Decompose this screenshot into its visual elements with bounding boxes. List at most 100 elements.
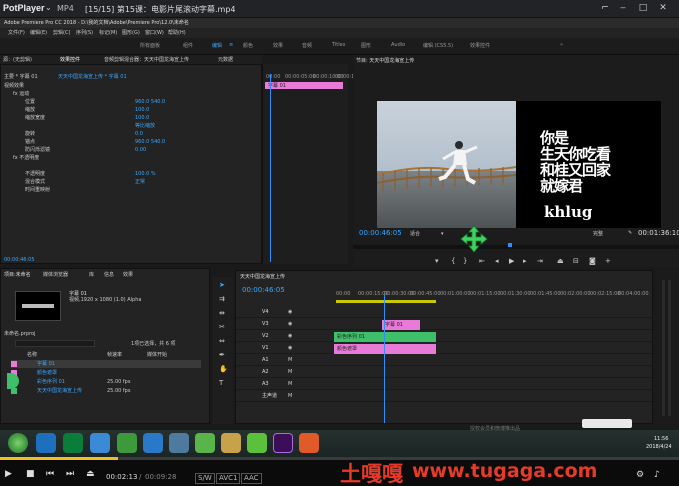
extract-icon[interactable]: ⊟ [573,257,579,265]
player-titlebar[interactable]: PotPlayer ⌄ MP4 [15/15] 第15课：电影片尾滚动字幕.mp… [0,0,679,18]
app-c-icon[interactable] [247,433,267,453]
app-c2-icon[interactable] [299,433,319,453]
timeline-track[interactable]: V4 ◉ [236,307,652,318]
ripple-edit-icon[interactable]: ⇹ [219,309,225,317]
track-label[interactable]: V3 [262,321,269,327]
tab-library[interactable]: 库 [89,272,94,278]
track-label[interactable]: A3 [262,381,269,387]
minimize-icon[interactable]: ‒ [616,2,630,15]
project-item-row[interactable]: 彩色序列 01 25.00 fps [11,378,201,386]
timeline-clip[interactable]: 颜色遮罩 [334,344,436,354]
property-value[interactable]: 0.00 [135,147,146,153]
tab-project[interactable]: 项目:未命名 [4,272,31,278]
label-color-swatch[interactable] [11,361,17,367]
more-icon[interactable]: » [560,42,563,48]
app-game-icon[interactable] [117,433,137,453]
tab-source[interactable]: 源：(无剪辑) [3,57,32,63]
close-icon[interactable]: ✕ [656,2,670,15]
timeline-playhead[interactable] [384,295,385,423]
eject-icon[interactable]: ⏏ [86,469,95,479]
effect-mini-timeline[interactable]: 00:00 00:00:05:00 00:00:10:00 00:00:15 字… [262,64,357,264]
project-item-row[interactable]: 字幕 01 [11,360,201,368]
step-forward-icon[interactable]: ▸ [523,257,527,265]
col-fps[interactable]: 帧速率 [107,352,122,358]
type-tool-icon[interactable]: T [219,379,223,387]
menu-window[interactable]: 窗口(W) [145,30,164,36]
player-logo[interactable]: PotPlayer [3,3,45,13]
menu-clip[interactable]: 剪辑(C) [53,30,70,36]
mute-icon[interactable]: M [288,369,292,375]
property-value[interactable]: 100.0 [135,107,149,113]
timeline-track[interactable]: V3 ◉ [236,319,652,330]
pen-tool-icon[interactable]: ✒ [219,351,225,359]
ime-toolbar[interactable] [582,419,632,428]
project-item-row[interactable]: 颜色遮罩 [11,369,201,377]
ws-cs55[interactable]: 编辑 (CS5.5) [423,42,453,49]
previous-icon[interactable]: ⏮ [46,469,54,479]
work-area-bar[interactable] [336,300,436,303]
video-codec-badge[interactable]: AVC1 [216,473,241,484]
eye-icon[interactable]: ◉ [288,309,292,315]
marker-icon[interactable]: ▾ [435,257,439,265]
col-media-start[interactable]: 媒体开始 [147,352,167,358]
effect-property-row[interactable]: 旋转 0.0 [9,131,259,138]
effect-timecode[interactable]: 00:00:46:05 [4,257,35,263]
program-scrubber[interactable] [353,245,679,249]
eye-icon[interactable]: ◉ [288,345,292,351]
menu-help[interactable]: 帮助(H) [168,30,186,36]
slip-tool-icon[interactable]: ⇔ [219,337,225,345]
effect-property-row[interactable]: 防闪烁滤镜 0.00 [9,147,259,154]
chevron-down-icon[interactable]: ▾ [441,231,444,237]
selection-tool-icon[interactable]: ➤ [219,281,225,289]
playhead[interactable] [270,74,271,262]
lift-icon[interactable]: ⏏ [557,257,564,265]
go-out-icon[interactable]: ⇥ [537,257,543,265]
play-icon[interactable]: ▶ [5,469,12,479]
menu-edit[interactable]: 编辑(E) [30,30,47,36]
app-mail-icon[interactable] [143,433,163,453]
in-point-icon[interactable]: { [451,257,455,265]
menu-marker[interactable]: 标记(M) [99,30,117,36]
effect-property-row[interactable]: fx 不透明度 [9,155,259,162]
ws-audio-en[interactable]: Audio [391,42,405,48]
timeline-tab[interactable]: 天天中国龙海宣上传 [240,274,285,280]
tab-effect-controls[interactable]: 效果控件 [60,57,80,63]
effect-property-row[interactable]: 不透明度 100.0 % [9,171,259,178]
fit-dropdown[interactable]: 适合 [410,231,420,237]
track-label[interactable]: A2 [262,369,269,375]
pin-icon[interactable]: ⌐ [598,2,612,15]
mute-icon[interactable]: M [288,393,292,399]
ws-assembly[interactable]: 组件 [183,42,193,49]
step-back-icon[interactable]: ◂ [495,257,499,265]
col-name[interactable]: 名称 [27,352,37,358]
tab-info[interactable]: 信息 [104,272,114,278]
app-360-icon[interactable] [195,433,215,453]
property-value[interactable]: 960.0 540.0 [135,99,165,105]
play-icon[interactable]: ▶ [509,257,514,265]
program-timecode[interactable]: 00:00:46:05 [359,229,402,237]
ws-menu-icon[interactable]: ≡ [229,42,233,48]
app-premiere-icon[interactable] [273,433,293,453]
tab-audio-mixer[interactable]: 音频剪辑混合器：天天中国龙海宣上传 [104,57,189,63]
go-in-icon[interactable]: ⇤ [479,257,485,265]
ws-titles[interactable]: Titles [332,42,345,48]
app-explorer-icon[interactable] [221,433,241,453]
timeline-track[interactable]: 主声道 M [236,391,652,402]
timeline-track[interactable]: A2 M [236,367,652,378]
property-value[interactable]: 100.0 % [135,171,156,177]
sequence-label[interactable]: 天天中国龙海宣上传 * 字幕 01 [58,74,127,80]
maximize-icon[interactable]: □ [636,2,650,15]
track-label[interactable]: A1 [262,357,269,363]
wrench-icon[interactable]: ✎ [628,230,632,236]
property-value[interactable]: 100.0 [135,115,149,121]
ws-effects[interactable]: 效果 [273,42,283,49]
stop-icon[interactable]: ■ [26,469,35,479]
mute-icon[interactable]: M [288,381,292,387]
settings-gear-icon[interactable]: ⚙ [636,470,644,480]
menu-file[interactable]: 文件(F) [8,30,25,36]
effect-property-row[interactable]: fx 运动 [9,91,259,98]
app-7-icon[interactable] [63,433,83,453]
timeline-track[interactable]: V2 ◉ [236,331,652,342]
effect-property-row[interactable]: 时间重映射 [9,187,259,194]
timeline-track[interactable]: V1 ◉ [236,343,652,354]
